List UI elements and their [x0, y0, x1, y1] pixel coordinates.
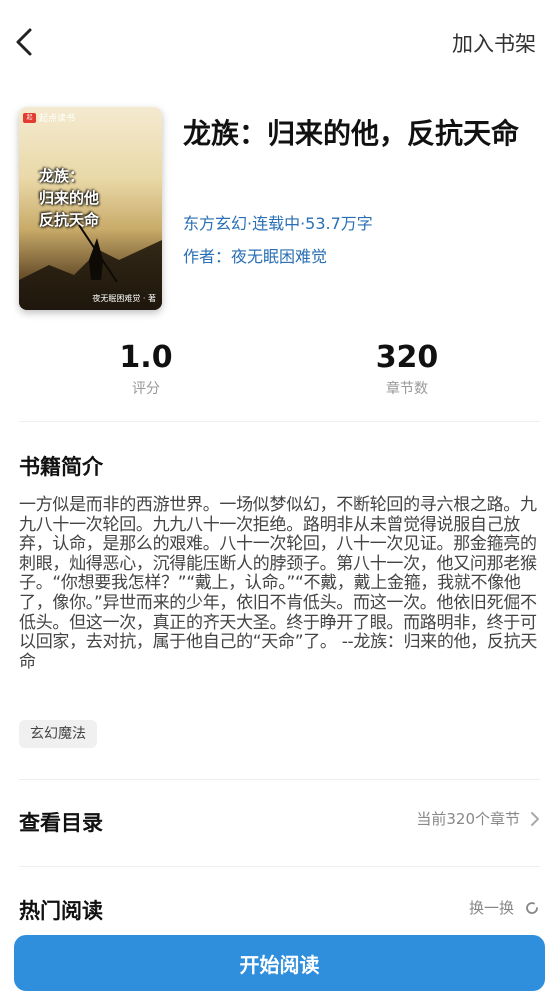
- rating-stat: 1.0 评分: [76, 340, 216, 398]
- book-title: 龙族：归来的他，反抗天命: [183, 117, 520, 150]
- cover-brand-name: 起点读书: [39, 114, 76, 124]
- divider: [19, 779, 540, 780]
- rating-label: 评分: [132, 381, 160, 397]
- book-cover[interactable]: 起 起点读书 龙族： 归来的他 反抗天命 夜无眠困难觉 · 著: [19, 107, 162, 310]
- chapters-value: 320: [375, 340, 439, 375]
- book-meta[interactable]: 东方玄幻·连载中·53.7万字: [183, 210, 373, 234]
- chevron-left-icon: [16, 28, 32, 56]
- chapters-stat: 320 章节数: [337, 340, 477, 398]
- refresh-label: 换一换: [468, 899, 514, 917]
- chapters-label: 章节数: [386, 381, 428, 397]
- divider: [19, 421, 540, 422]
- add-to-shelf-button[interactable]: 加入书架: [452, 28, 536, 58]
- hot-reading-title: 热门阅读: [19, 899, 103, 923]
- cover-title-line: 归来的他: [39, 189, 100, 207]
- rating-value: 1.0: [119, 340, 173, 375]
- cover-brand: 起 起点读书: [23, 111, 75, 124]
- genre-tag[interactable]: 玄幻魔法: [19, 720, 97, 748]
- cover-author: 夜无眠困难觉 · 著: [92, 294, 156, 303]
- brand-logo-icon: 起: [23, 112, 36, 123]
- start-reading-button[interactable]: 开始阅读: [14, 935, 545, 991]
- divider: [19, 866, 540, 867]
- intro-text: 一方似是而非的西游世界。一场似梦似幻，不断轮回的寻六根之路。九九八十一次轮回。九…: [19, 495, 538, 672]
- top-bar: 加入书架: [0, 0, 560, 84]
- book-author[interactable]: 作者：夜无眠困难觉: [183, 243, 327, 267]
- chevron-right-icon: [531, 811, 539, 826]
- catalog-row[interactable]: 当前320个章节: [416, 808, 540, 829]
- refresh-icon: [526, 901, 538, 914]
- cover-title-line: 龙族：: [39, 167, 85, 185]
- intro-title: 书籍简介: [19, 455, 103, 479]
- catalog-title[interactable]: 查看目录: [19, 807, 103, 837]
- back-button[interactable]: [8, 24, 40, 60]
- catalog-current: 当前320个章节: [416, 810, 520, 828]
- book-detail-page: 加入书架 起 起点读书 龙族： 归来的他 反抗天命 夜无眠困难觉 · 著 龙族：…: [0, 0, 560, 998]
- refresh-button[interactable]: 换一换: [469, 897, 540, 918]
